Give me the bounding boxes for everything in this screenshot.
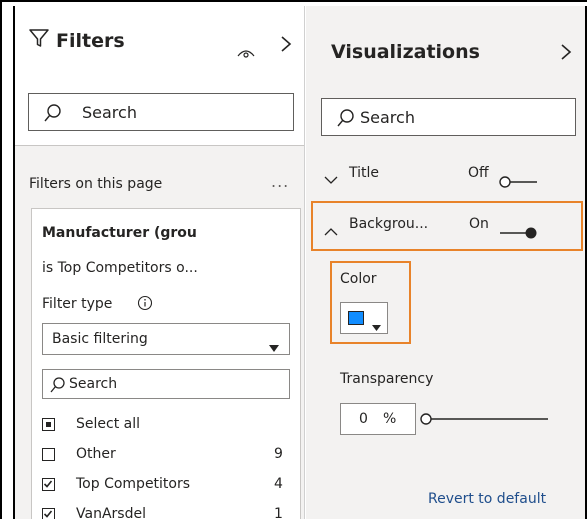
filter-values-search-input[interactable]: Search bbox=[42, 369, 290, 399]
search-icon bbox=[43, 103, 63, 127]
filters-search-input[interactable]: Search bbox=[28, 93, 294, 131]
filter-condition: is Top Competitors o... bbox=[42, 260, 198, 276]
search-icon bbox=[336, 108, 356, 132]
list-item-vanarsdel[interactable]: VanArsdel 1 bbox=[42, 506, 283, 519]
dropdown-arrow-icon bbox=[372, 316, 381, 335]
title-section-row[interactable]: Title Off bbox=[306, 161, 585, 191]
visualizations-search-input[interactable]: Search bbox=[321, 98, 576, 136]
checkbox-checked[interactable] bbox=[42, 478, 55, 491]
visualizations-header: Visualizations Search bbox=[306, 6, 585, 146]
filter-type-dropdown[interactable]: Basic filtering bbox=[42, 323, 290, 355]
title-toggle-switch[interactable] bbox=[499, 173, 539, 192]
filter-card: Manufacturer (grou is Top Competitors o.… bbox=[31, 208, 301, 519]
list-item-label: Top Competitors bbox=[76, 476, 191, 492]
dropdown-arrow-icon bbox=[269, 337, 279, 356]
list-item-count: 1 bbox=[274, 506, 283, 519]
title-section-label: Title bbox=[349, 165, 380, 181]
list-item-top-competitors[interactable]: Top Competitors 4 bbox=[42, 476, 283, 496]
checkbox-partial[interactable] bbox=[42, 418, 55, 431]
info-icon[interactable] bbox=[137, 295, 153, 315]
transparency-label: Transparency bbox=[340, 371, 434, 387]
filters-title: Filters bbox=[56, 30, 125, 52]
visualizations-title: Visualizations bbox=[331, 41, 480, 63]
list-item-label: VanArsdel bbox=[76, 506, 146, 519]
more-options-icon[interactable]: ... bbox=[271, 172, 289, 191]
transparency-slider[interactable] bbox=[420, 411, 550, 430]
color-swatch bbox=[348, 311, 364, 325]
filter-values-search-placeholder: Search bbox=[69, 376, 118, 392]
filters-pane: Filters Search Filters on this page ... … bbox=[13, 6, 305, 519]
title-toggle-state: Off bbox=[468, 165, 489, 181]
background-toggle-switch[interactable] bbox=[498, 224, 538, 243]
list-item-other[interactable]: Other 9 bbox=[42, 446, 283, 466]
eye-icon[interactable] bbox=[237, 43, 255, 62]
color-label: Color bbox=[340, 271, 377, 287]
list-item-label: Select all bbox=[76, 416, 140, 432]
background-section-label: Backgrou... bbox=[349, 216, 429, 232]
search-icon bbox=[49, 376, 67, 398]
list-item-select-all[interactable]: Select all bbox=[42, 416, 282, 436]
transparency-value: 0 bbox=[359, 411, 368, 427]
transparency-input[interactable]: 0 % bbox=[340, 403, 416, 435]
background-toggle-state: On bbox=[469, 216, 489, 232]
filter-type-value: Basic filtering bbox=[52, 331, 148, 347]
filter-funnel-icon bbox=[28, 27, 50, 53]
filters-header: Filters Search bbox=[15, 6, 304, 146]
filter-type-label: Filter type bbox=[42, 296, 113, 312]
checkbox-unchecked[interactable] bbox=[42, 448, 55, 461]
list-item-count: 4 bbox=[274, 476, 283, 492]
background-section-row[interactable]: Backgrou... On bbox=[306, 212, 585, 242]
collapse-visualizations-chevron-icon[interactable] bbox=[560, 43, 572, 65]
collapse-filters-chevron-icon[interactable] bbox=[280, 35, 292, 57]
list-item-count: 9 bbox=[274, 446, 283, 462]
filters-on-this-page-label: Filters on this page bbox=[29, 176, 163, 192]
list-item-label: Other bbox=[76, 446, 116, 462]
visualizations-pane: Visualizations Search Title Off Backgrou… bbox=[306, 6, 587, 519]
filters-search-placeholder: Search bbox=[82, 103, 137, 122]
transparency-unit: % bbox=[383, 411, 397, 427]
chevron-up-icon bbox=[324, 221, 338, 240]
checkbox-checked[interactable] bbox=[42, 508, 55, 519]
color-picker-button[interactable] bbox=[340, 302, 388, 334]
visualizations-search-placeholder: Search bbox=[360, 108, 415, 127]
chevron-down-icon bbox=[324, 170, 338, 189]
filter-field-name[interactable]: Manufacturer (grou bbox=[42, 225, 292, 241]
revert-to-default-link[interactable]: Revert to default bbox=[428, 491, 546, 507]
